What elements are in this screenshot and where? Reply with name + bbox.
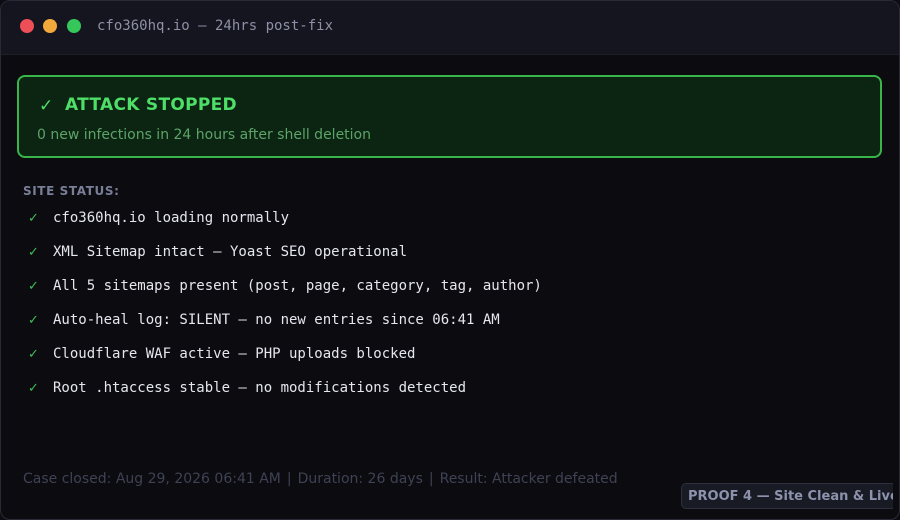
attack-stopped-banner: ✓ ATTACK STOPPED 0 new infections in 24 … [17, 75, 882, 158]
case-footer: Case closed: Aug 29, 2026 06:41 AM | Durat… [23, 471, 618, 487]
status-item: ✓ Root .htaccess stable — no modificatio… [1, 379, 881, 413]
status-item: ✓ Cloudflare WAF active — PHP uploads bl… [1, 345, 881, 379]
title-bar: cfo360hq.io — 24hrs post-fix [1, 1, 899, 55]
footer-separator: | [286, 471, 292, 487]
check-icon: ✓ [28, 347, 39, 362]
banner-heading: ATTACK STOPPED [65, 95, 237, 115]
checkmark-icon: ✓ [39, 96, 54, 116]
maximize-window-button[interactable] [67, 19, 81, 33]
result-text: Result: Attacker defeated [439, 471, 618, 487]
duration-text: Duration: 26 days [297, 471, 423, 487]
status-item-text: Root .htaccess stable — no modifications… [53, 380, 467, 396]
close-window-button[interactable] [20, 19, 34, 33]
check-icon: ✓ [28, 245, 39, 260]
status-item: ✓ All 5 sitemaps present (post, page, ca… [1, 277, 881, 311]
check-icon: ✓ [28, 313, 39, 328]
status-item: ✓ cfo360hq.io loading normally [1, 209, 881, 243]
terminal-window: cfo360hq.io — 24hrs post-fix ✓ ATTACK ST… [0, 0, 900, 520]
status-item-text: Auto-heal log: SILENT — no new entries s… [53, 312, 500, 328]
banner-subtext: 0 new infections in 24 hours after shell… [37, 127, 371, 143]
check-icon: ✓ [28, 381, 39, 396]
site-status-label: SITE STATUS: [23, 184, 120, 198]
window-title: cfo360hq.io — 24hrs post-fix [97, 18, 334, 34]
check-icon: ✓ [28, 279, 39, 294]
status-item-text: cfo360hq.io loading normally [53, 210, 290, 226]
case-closed-text: Case closed: Aug 29, 2026 06:41 AM [23, 471, 281, 487]
status-item-text: XML Sitemap intact — Yoast SEO operation… [53, 244, 408, 260]
minimize-window-button[interactable] [43, 19, 57, 33]
status-item-text: Cloudflare WAF active — PHP uploads bloc… [53, 346, 416, 362]
status-item-text: All 5 sitemaps present (post, page, cate… [53, 278, 542, 294]
proof-badge: PROOF 4 — Site Clean & Live [681, 483, 893, 509]
footer-separator: | [428, 471, 434, 487]
status-item: ✓ Auto-heal log: SILENT — no new entries… [1, 311, 881, 345]
status-list: ✓ cfo360hq.io loading normally ✓ XML Sit… [1, 209, 881, 413]
status-item: ✓ XML Sitemap intact — Yoast SEO operati… [1, 243, 881, 277]
check-icon: ✓ [28, 211, 39, 226]
